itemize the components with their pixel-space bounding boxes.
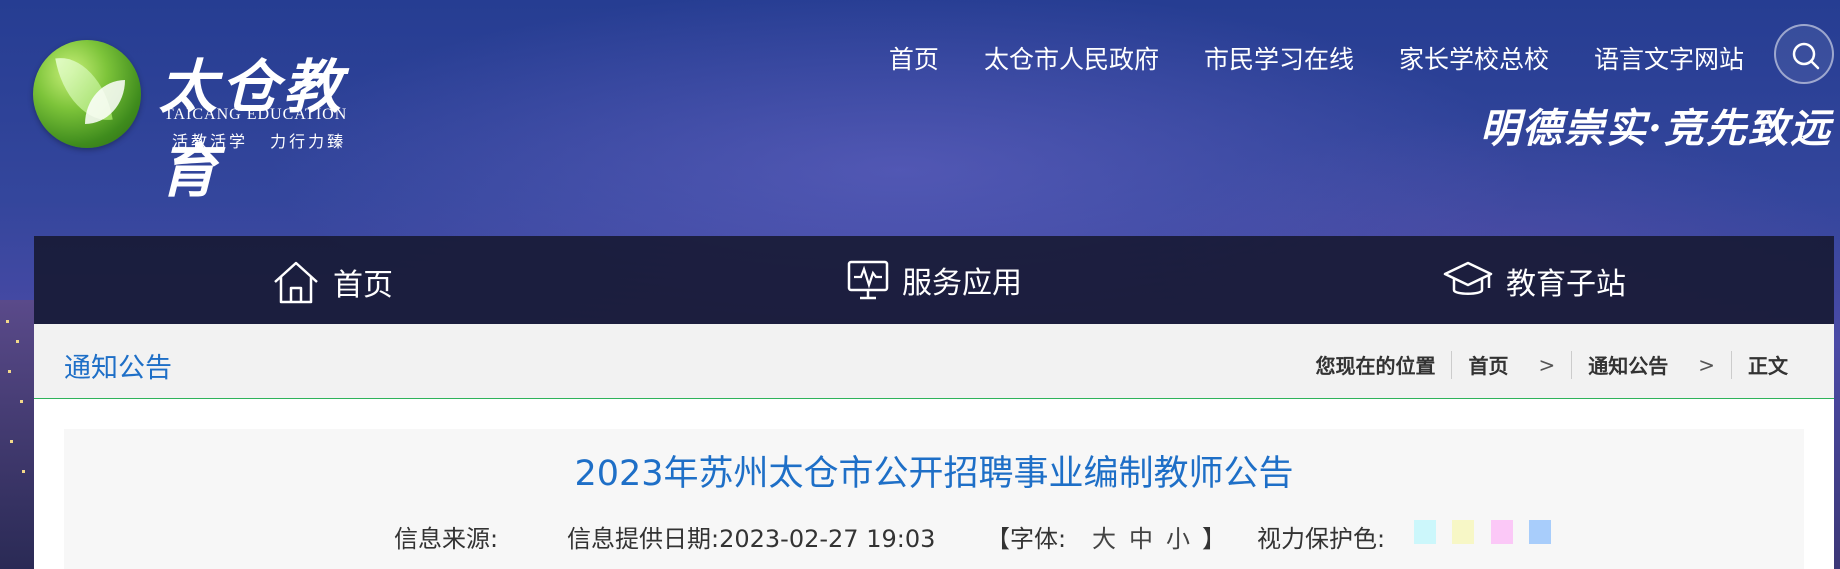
logo-title: 太仓教育: [159, 53, 346, 205]
font-size-medium[interactable]: 中: [1129, 519, 1153, 554]
eye-protection-label: 视力保护色:: [1257, 525, 1386, 553]
breadcrumb-prefix: 您现在的位置: [1315, 354, 1436, 378]
eye-color-cyan[interactable]: [1414, 520, 1436, 544]
font-size-small[interactable]: 小: [1166, 519, 1190, 554]
eye-color-yellow[interactable]: [1452, 520, 1474, 544]
info-source: 信息来源:: [394, 525, 499, 553]
main-nav: 首页 服务应用 教育子站: [34, 236, 1834, 324]
breadcrumb-separator: >: [1698, 352, 1715, 377]
nav-label-sub-sites: 教育子站: [1506, 267, 1626, 302]
nav-item-services[interactable]: 服务应用: [846, 258, 1022, 302]
logo-slogan: 活教活学 力行力臻: [172, 132, 347, 151]
top-links: 首页 太仓市人民政府 市民学习在线 家长学校总校 语言文字网站: [889, 40, 1744, 76]
top-link-citizen-learning[interactable]: 市民学习在线: [1204, 40, 1354, 76]
logo-english-name: TAICANG EDUCATION: [164, 106, 348, 123]
content-panel: 通知公告 您现在的位置 首页 > 通知公告 > 正文 2023年苏州太仓市公开招…: [34, 324, 1834, 569]
font-size-open: 【字体:: [986, 525, 1067, 553]
logo-emblem: [33, 40, 141, 148]
breadcrumb-current: 正文: [1748, 354, 1788, 378]
home-icon: [274, 261, 318, 304]
nav-item-sub-sites[interactable]: 教育子站: [1442, 258, 1626, 304]
top-link-city-government[interactable]: 太仓市人民政府: [984, 40, 1159, 76]
nav-label-services: 服务应用: [902, 266, 1022, 301]
graduation-cap-icon: [1443, 261, 1493, 295]
article-title: 2023年苏州太仓市公开招聘事业编制教师公告: [574, 454, 1294, 494]
section-header-bar: 通知公告 您现在的位置 首页 > 通知公告 > 正文: [34, 324, 1834, 399]
top-link-language-site[interactable]: 语言文字网站: [1594, 40, 1744, 76]
search-icon: [1792, 42, 1820, 70]
section-title: 通知公告: [64, 353, 172, 384]
eye-color-blue[interactable]: [1529, 520, 1551, 544]
font-size-large[interactable]: 大: [1092, 519, 1116, 554]
breadcrumb-home[interactable]: 首页: [1468, 350, 1508, 379]
nav-label-home: 首页: [333, 268, 393, 303]
breadcrumb-notices[interactable]: 通知公告: [1588, 350, 1668, 379]
info-date: 信息提供日期:2023-02-27 19:03: [567, 525, 936, 553]
monitor-icon: [847, 260, 889, 300]
site-logo[interactable]: 太仓教育 TAICANG EDUCATION 活教活学 力行力臻: [33, 40, 383, 205]
top-link-parent-school[interactable]: 家长学校总校: [1399, 40, 1549, 76]
breadcrumb: 您现在的位置 首页 > 通知公告 > 正文: [1315, 350, 1788, 379]
top-link-home[interactable]: 首页: [889, 40, 939, 76]
article: 2023年苏州太仓市公开招聘事业编制教师公告 信息来源: 信息提供日期:2023…: [64, 429, 1804, 569]
city-skyline-decoration: [0, 300, 34, 569]
search-button[interactable]: [1774, 24, 1834, 84]
breadcrumb-separator: >: [1538, 352, 1556, 377]
font-size-close: 】: [1202, 525, 1226, 553]
eye-color-pink[interactable]: [1491, 520, 1513, 544]
nav-item-home[interactable]: 首页: [271, 258, 393, 306]
site-motto: 明德崇实·竞先致远: [1480, 105, 1832, 152]
